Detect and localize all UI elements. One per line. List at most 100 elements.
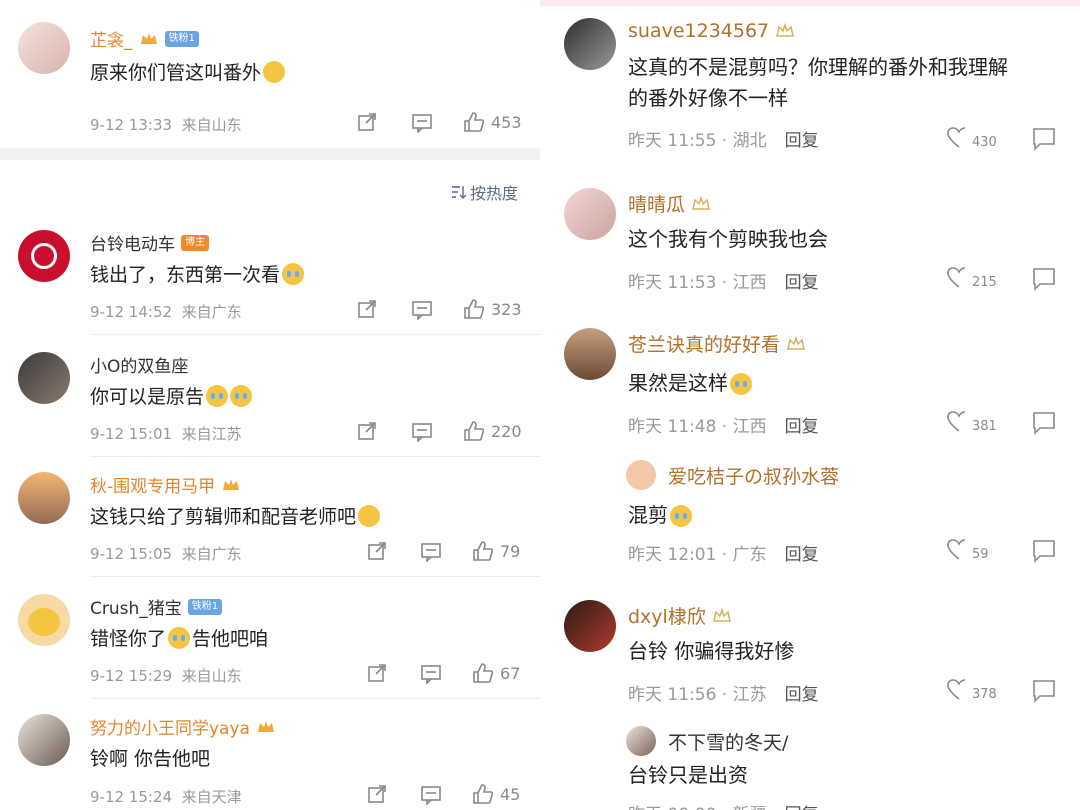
reply-button[interactable]: 回复 <box>785 800 819 810</box>
comment-text: 错怪你了 告他吧咱 <box>90 624 268 651</box>
comment-user[interactable]: 台铃电动车 博主 <box>90 230 209 255</box>
heart-icon <box>947 267 966 288</box>
like-button[interactable]: 378 <box>946 678 997 702</box>
reply-button[interactable]: 回复 <box>785 412 819 437</box>
comment-user[interactable]: 不下雪的冬天/ <box>668 728 788 755</box>
comment-user[interactable]: 小O的双鱼座 <box>90 352 188 377</box>
avatar[interactable] <box>18 472 70 524</box>
share-icon[interactable] <box>367 784 387 804</box>
share-icon[interactable] <box>357 299 377 319</box>
comment-user[interactable]: 苍兰诀真的好好看 <box>628 330 806 357</box>
user-name[interactable]: suave1234567 <box>628 20 769 42</box>
user-name[interactable]: 苍兰诀真的好好看 <box>628 330 780 357</box>
comment-meta: 昨天 12:01 · 广东 回复 <box>628 540 819 565</box>
comment-body: 这个我有个剪映我也会 <box>628 227 828 251</box>
comment-body-line: 这真的不是混剪吗？你理解的番外和我理解 <box>628 55 1008 79</box>
comment-icon[interactable] <box>411 300 433 320</box>
like-button[interactable]: 79 <box>472 540 520 562</box>
comment-icon[interactable] <box>1030 266 1058 292</box>
crown-icon <box>712 607 731 622</box>
reply-button[interactable]: 回复 <box>785 126 819 151</box>
like-button[interactable]: 453 <box>463 111 522 133</box>
user-name[interactable]: 小O的双鱼座 <box>90 352 188 377</box>
separator <box>90 334 540 335</box>
user-name[interactable]: Crush_猪宝 <box>90 594 182 619</box>
comment-meta: 9-12 13:33 来自山东 <box>90 114 242 135</box>
comment-user[interactable]: 晴晴瓜 <box>628 190 711 217</box>
user-name[interactable]: 台铃电动车 <box>90 230 175 255</box>
comment-item: 秋-围观专用马甲 这钱只给了剪辑师和配音老师吧 9-12 15:05 来自广东 … <box>0 464 540 574</box>
like-button[interactable]: 67 <box>472 662 520 684</box>
comment-time: 昨天 12:01 · 广东 <box>628 545 767 565</box>
user-name[interactable]: 芷衾_ <box>90 26 133 51</box>
comment-icon[interactable] <box>411 422 433 442</box>
divider <box>0 148 540 160</box>
comment-icon[interactable] <box>1030 410 1058 436</box>
reply-button[interactable]: 回复 <box>785 680 819 705</box>
heart-icon <box>947 127 966 148</box>
user-name[interactable]: 晴晴瓜 <box>628 190 685 217</box>
avatar[interactable] <box>18 22 70 74</box>
avatar[interactable] <box>626 726 656 756</box>
comment-body: 错怪你了 <box>90 628 167 650</box>
user-name[interactable]: 爱吃桔子の叔孙水蓉 <box>668 462 839 489</box>
comment-icon[interactable] <box>1030 126 1058 152</box>
comment-user[interactable]: 努力的小王同学yaya <box>90 714 276 739</box>
like-button[interactable]: 323 <box>463 298 522 320</box>
user-name[interactable]: dxyl棣欣 <box>628 602 706 629</box>
share-icon[interactable] <box>357 421 377 441</box>
share-icon[interactable] <box>367 541 387 561</box>
comment-body: 这钱只给了剪辑师和配音老师吧 <box>90 506 357 528</box>
comment-user[interactable]: 爱吃桔子の叔孙水蓉 <box>668 462 839 489</box>
comment-icon[interactable] <box>420 785 442 805</box>
avatar[interactable] <box>18 352 70 404</box>
comment-icon[interactable] <box>1030 678 1058 704</box>
comment-location: 来自江苏 <box>181 425 242 443</box>
like-count: 430 <box>972 135 997 150</box>
share-icon[interactable] <box>367 663 387 683</box>
avatar[interactable] <box>18 714 70 766</box>
comment-icon[interactable] <box>420 664 442 684</box>
user-name[interactable]: 不下雪的冬天/ <box>668 728 788 755</box>
user-name[interactable]: 努力的小王同学yaya <box>90 714 250 739</box>
crying-emoji-icon <box>670 504 692 527</box>
comment-user[interactable]: dxyl棣欣 <box>628 602 732 629</box>
comment-text: 钱出了，东西第一次看 <box>90 260 305 287</box>
comment-meta: 9-12 14:52 来自广东 <box>90 301 242 322</box>
comment-icon[interactable] <box>1030 538 1058 564</box>
like-button[interactable]: 59 <box>946 538 989 562</box>
comment-item: 爱吃桔子の叔孙水蓉 混剪 昨天 12:01 · 广东 回复 59 <box>540 458 1080 588</box>
like-button[interactable]: 45 <box>472 783 520 805</box>
comment-user[interactable]: suave1234567 <box>628 20 795 42</box>
avatar[interactable] <box>564 18 616 70</box>
right-comment-panel: suave1234567 这真的不是混剪吗？你理解的番外和我理解 的番外好像不一… <box>540 0 1080 810</box>
avatar[interactable] <box>564 188 616 240</box>
like-count: 59 <box>972 547 989 562</box>
reply-button[interactable]: 回复 <box>785 540 819 565</box>
comment-user[interactable]: 芷衾_ 铁粉1 <box>90 26 199 51</box>
thumbs-up-icon <box>473 784 494 804</box>
reply-button[interactable]: 回复 <box>785 268 819 293</box>
comment-text: 铃啊 你告他吧 <box>90 744 210 771</box>
like-button[interactable]: 430 <box>946 126 997 150</box>
user-name[interactable]: 秋-围观专用马甲 <box>90 472 215 497</box>
comment-icon[interactable] <box>411 113 433 133</box>
thumbs-up-icon <box>473 663 494 683</box>
sort-button[interactable]: 按热度 <box>450 180 518 204</box>
avatar[interactable] <box>626 460 656 490</box>
comment-item: 不下雪的冬天/ 台铃只是出资 昨天 00:00 · 新疆 回复 <box>540 724 1080 810</box>
avatar[interactable] <box>564 328 616 380</box>
avatar[interactable] <box>564 600 616 652</box>
crying-emoji-icon <box>730 372 752 395</box>
like-button[interactable]: 381 <box>946 410 997 434</box>
avatar[interactable] <box>18 594 70 646</box>
comment-user[interactable]: Crush_猪宝 铁粉1 <box>90 594 223 619</box>
comment-icon[interactable] <box>420 542 442 562</box>
avatar[interactable] <box>18 230 70 282</box>
like-button[interactable]: 215 <box>946 266 997 290</box>
comment-user[interactable]: 秋-围观专用马甲 <box>90 472 241 497</box>
like-button[interactable]: 220 <box>463 420 522 442</box>
share-icon[interactable] <box>357 112 377 132</box>
comment-text: 这钱只给了剪辑师和配音老师吧 <box>90 502 381 529</box>
comment-time: 9-12 15:24 <box>90 788 173 806</box>
